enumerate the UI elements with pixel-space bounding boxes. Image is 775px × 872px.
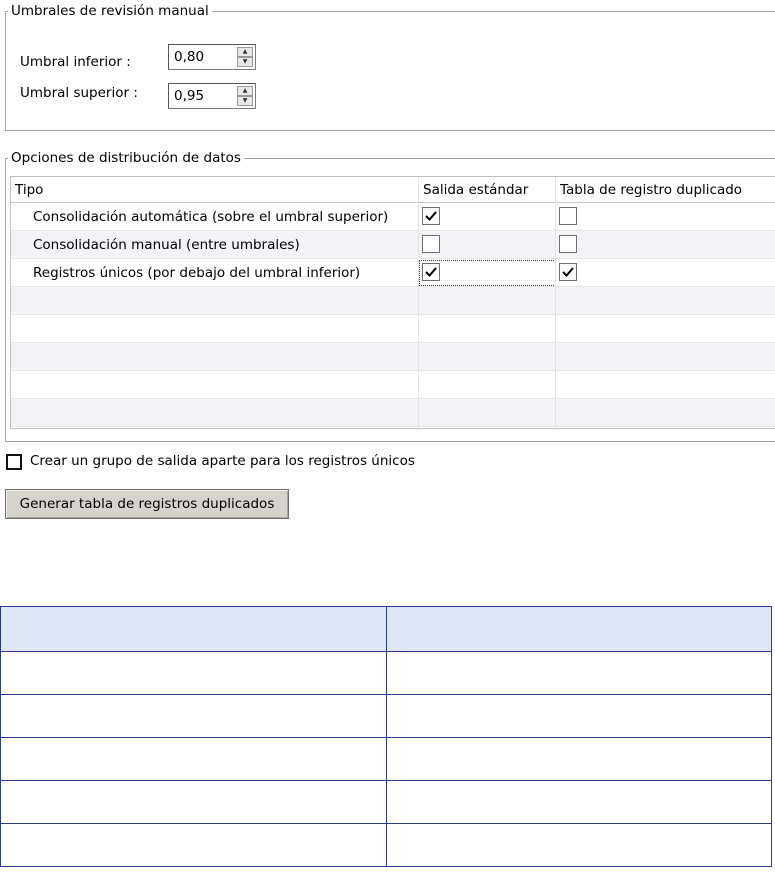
check-icon [425, 211, 437, 221]
lower-threshold-input[interactable] [171, 47, 234, 67]
column-header-type[interactable]: Tipo [11, 177, 419, 203]
spin-up-icon[interactable]: ▲ [237, 86, 253, 96]
check-icon [562, 267, 574, 277]
standard-output-checkbox[interactable] [422, 235, 440, 253]
row-type-label: Consolidación automática (sobre el umbra… [33, 209, 389, 225]
grid-row[interactable]: Registros únicos (por debajo del umbral … [11, 259, 775, 287]
check-icon [425, 267, 437, 277]
table-cell [0, 780, 387, 824]
grid-row-empty [11, 343, 775, 371]
duplicate-table-checkbox[interactable] [559, 207, 577, 225]
grid-row-empty [11, 399, 775, 427]
column-divider [555, 177, 556, 428]
spin-up-icon[interactable]: ▲ [237, 47, 253, 57]
standard-output-checkbox[interactable] [422, 263, 440, 281]
upper-threshold-spinner[interactable]: ▲ ▼ [168, 83, 256, 109]
table-cell [386, 651, 772, 695]
grid-row[interactable]: Consolidación manual (entre umbrales) [11, 231, 775, 259]
lower-threshold-spinner[interactable]: ▲ ▼ [168, 44, 256, 70]
spin-down-icon[interactable]: ▼ [237, 57, 253, 67]
table-cell [386, 606, 772, 652]
table-cell [386, 780, 772, 824]
grid-header: Tipo Salida estándar Tabla de registro d… [11, 177, 775, 203]
table-cell [0, 823, 387, 867]
column-header-duplicate-table[interactable]: Tabla de registro duplicado [556, 177, 775, 203]
standard-output-checkbox[interactable] [422, 207, 440, 225]
upper-threshold-input[interactable] [171, 86, 234, 106]
table-row [0, 737, 772, 781]
thresholds-legend: Umbrales de revisión manual [11, 3, 209, 19]
row-type-label: Registros únicos (por debajo del umbral … [33, 265, 361, 281]
table-cell [0, 651, 387, 695]
lower-threshold-label: Umbral inferior : [20, 54, 131, 70]
upper-threshold-label: Umbral superior : [20, 85, 138, 101]
table-cell [386, 694, 772, 738]
table-header-row [0, 606, 772, 652]
spin-down-icon[interactable]: ▼ [237, 96, 253, 106]
distribution-legend: Opciones de distribución de datos [11, 150, 241, 166]
distribution-grid: Tipo Salida estándar Tabla de registro d… [10, 176, 775, 429]
grid-row-empty [11, 371, 775, 399]
generate-duplicate-table-button[interactable]: Generar tabla de registros duplicados [5, 489, 289, 519]
duplicate-table-checkbox[interactable] [559, 235, 577, 253]
row-type-label: Consolidación manual (entre umbrales) [33, 237, 300, 253]
separate-output-group-label[interactable]: Crear un grupo de salida aparte para los… [30, 453, 415, 469]
column-header-standard-output[interactable]: Salida estándar [419, 177, 556, 203]
duplicate-table-checkbox[interactable] [559, 263, 577, 281]
table-row [0, 651, 772, 695]
grid-row-empty [11, 287, 775, 315]
grid-row[interactable]: Consolidación automática (sobre el umbra… [11, 203, 775, 231]
table-row [0, 694, 772, 738]
table-row [0, 780, 772, 824]
column-divider [418, 177, 419, 428]
empty-table [0, 606, 772, 867]
grid-row-empty [11, 315, 775, 343]
table-cell [386, 823, 772, 867]
table-cell [0, 737, 387, 781]
table-cell [386, 737, 772, 781]
table-cell [0, 606, 387, 652]
table-cell [0, 694, 387, 738]
separate-output-group-checkbox[interactable] [6, 454, 22, 470]
table-row [0, 823, 772, 867]
